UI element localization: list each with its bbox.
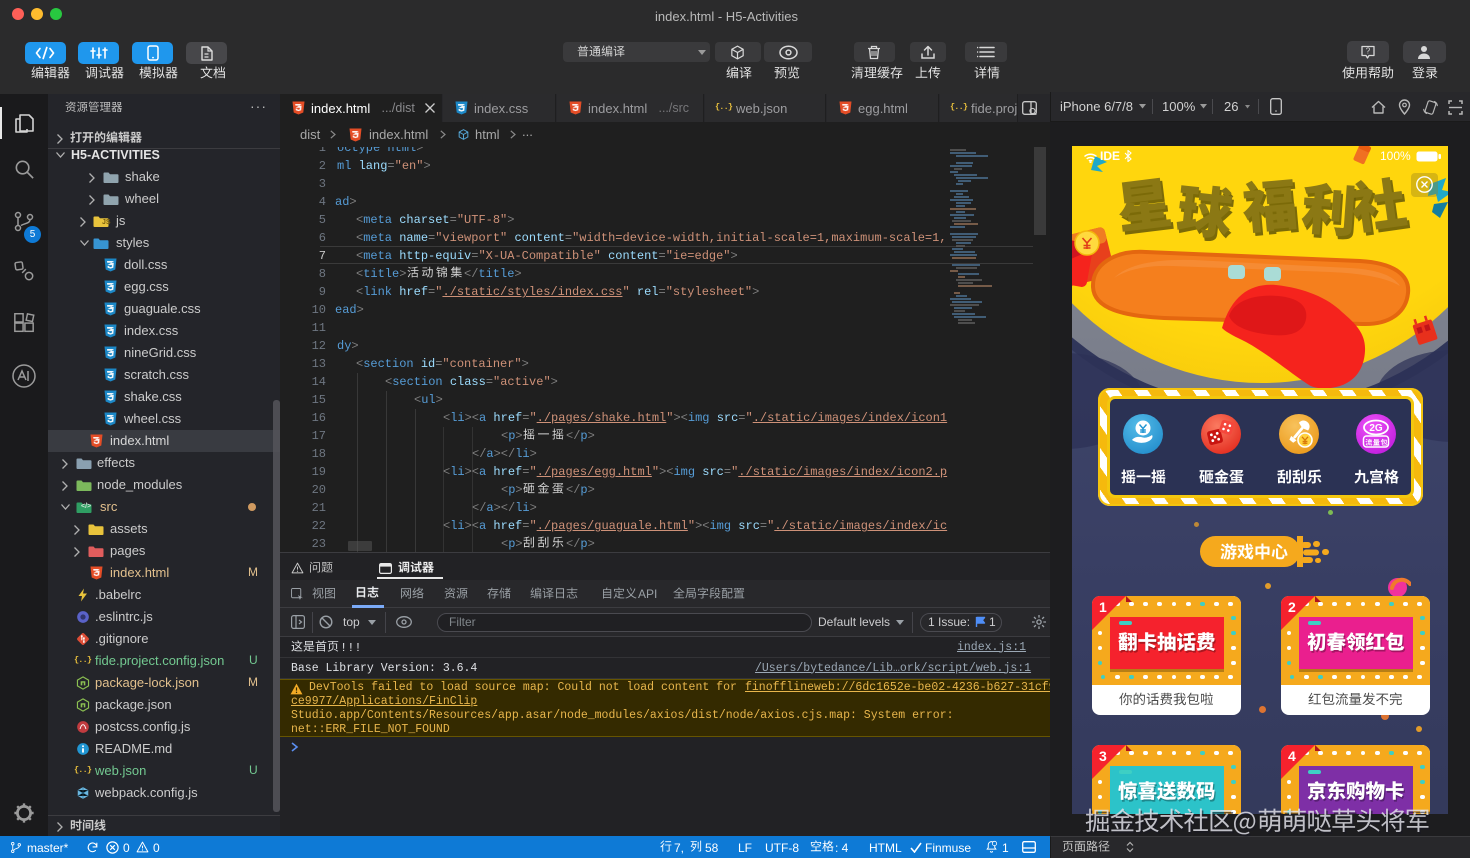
svg-text:2G: 2G [1369, 423, 1383, 434]
svg-text:?: ? [1366, 47, 1371, 56]
